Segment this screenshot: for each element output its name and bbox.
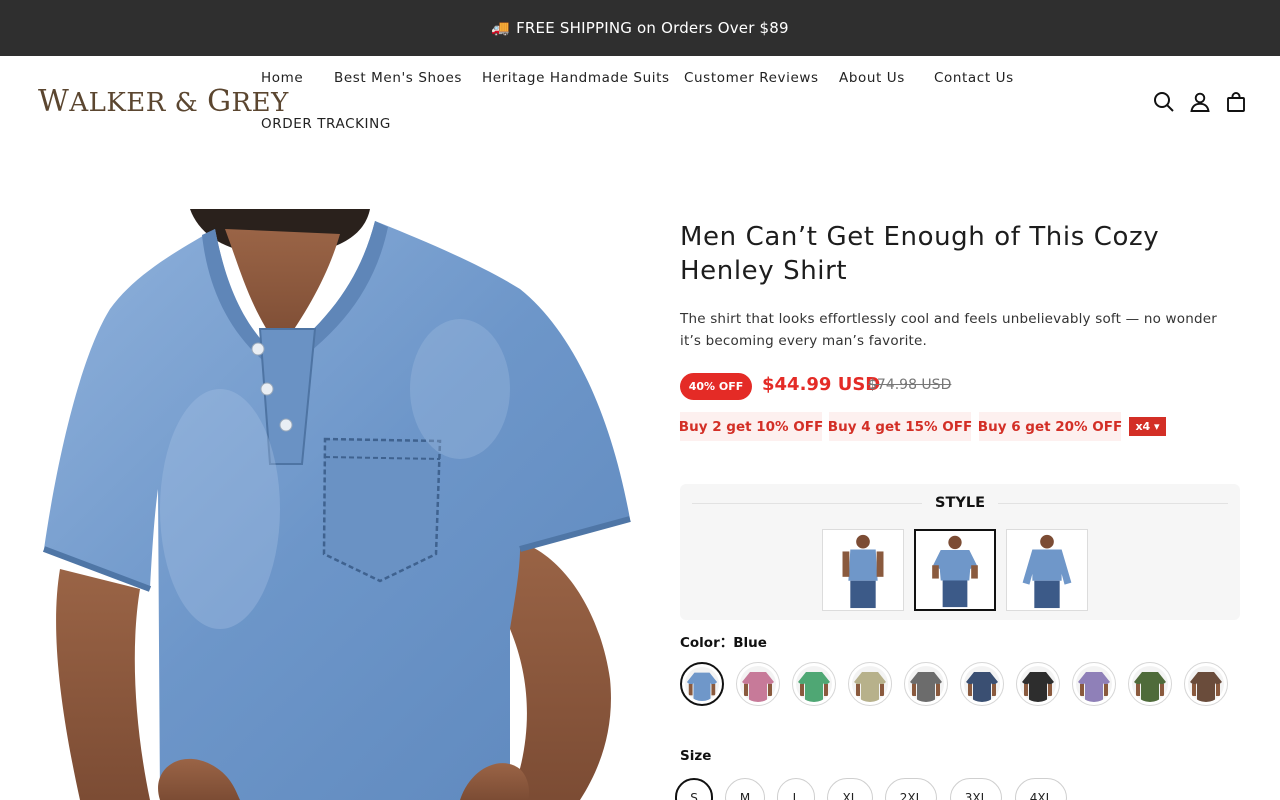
truck-icon: 🚚: [491, 19, 511, 37]
size-option-l[interactable]: L: [777, 778, 815, 800]
style-selector: STYLE: [680, 484, 1240, 620]
announcement-text: FREE SHIPPING on Orders Over $89: [516, 19, 789, 37]
compare-price: $74.98 USD: [868, 377, 952, 393]
color-swatch-brown[interactable]: [1184, 662, 1228, 706]
size-option-xl[interactable]: XL: [827, 778, 873, 800]
nav-customer-reviews[interactable]: Customer Reviews: [684, 70, 819, 86]
bundle-offer-buy-2[interactable]: Buy 2 get 10% OFF: [679, 412, 823, 441]
nav-contact-us[interactable]: Contact Us: [934, 70, 1014, 86]
size-option-m[interactable]: M: [725, 778, 765, 800]
color-swatch-black[interactable]: [1016, 662, 1060, 706]
nav-home[interactable]: Home: [261, 70, 303, 86]
color-swatch-khaki[interactable]: [848, 662, 892, 706]
style-option-short-sleeve[interactable]: [914, 529, 996, 611]
style-option-sleeveless[interactable]: [822, 529, 904, 611]
product-main-image[interactable]: [40, 209, 640, 800]
color-swatch-purple[interactable]: [1072, 662, 1116, 706]
style-title: STYLE: [935, 495, 985, 511]
color-label: Color：Blue: [680, 635, 767, 651]
bundle-offer-buy-4[interactable]: Buy 4 get 15% OFF: [828, 412, 972, 441]
color-swatch-pink[interactable]: [736, 662, 780, 706]
size-option-s[interactable]: S: [675, 778, 713, 800]
size-option-3xl[interactable]: 3XL: [950, 778, 1002, 800]
sale-price: $44.99 USD: [762, 374, 881, 395]
account-icon[interactable]: [1188, 90, 1212, 114]
bundle-quantity-dropdown[interactable]: x4 ▾: [1129, 417, 1166, 436]
color-swatch-army-green[interactable]: [1128, 662, 1172, 706]
cart-icon[interactable]: [1224, 90, 1248, 114]
color-swatch-navy[interactable]: [960, 662, 1004, 706]
bundle-offer-buy-6[interactable]: Buy 6 get 20% OFF: [978, 412, 1122, 441]
nav-order-tracking[interactable]: ORDER TRACKING: [261, 116, 391, 132]
product-title: Men Can’t Get Enough of This Cozy Henley…: [680, 222, 1160, 286]
color-swatch-blue[interactable]: [680, 662, 724, 706]
size-option-4xl[interactable]: 4XL: [1015, 778, 1067, 800]
color-swatch-gray[interactable]: [904, 662, 948, 706]
color-swatch-green[interactable]: [792, 662, 836, 706]
brand-logo[interactable]: WALKER & GREY: [38, 84, 289, 119]
discount-badge: 40% OFF: [680, 373, 752, 400]
nav-about-us[interactable]: About Us: [839, 70, 905, 86]
size-option-2xl[interactable]: 2XL: [885, 778, 937, 800]
product-description: The shirt that looks effortlessly cool a…: [680, 311, 1218, 349]
announcement-bar: 🚚 FREE SHIPPING on Orders Over $89: [0, 0, 1280, 56]
nav-heritage-handmade-suits[interactable]: Heritage Handmade Suits: [482, 70, 670, 86]
style-option-long-sleeve[interactable]: [1006, 529, 1088, 611]
nav-best-mens-shoes[interactable]: Best Men's Shoes: [334, 70, 462, 86]
search-icon[interactable]: [1152, 90, 1176, 114]
size-label: Size: [680, 748, 712, 764]
